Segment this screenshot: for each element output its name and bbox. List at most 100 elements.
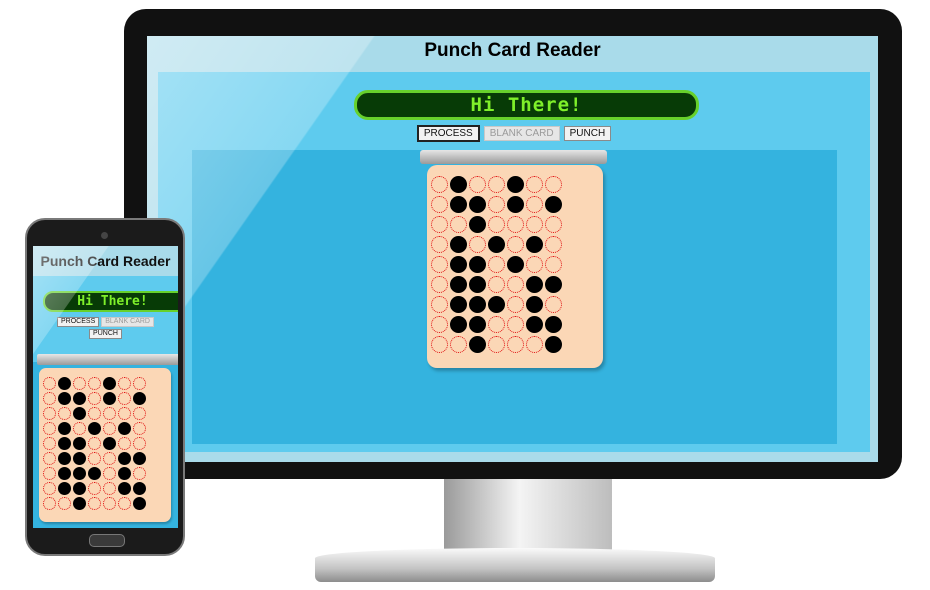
empty-hole[interactable] (103, 407, 116, 420)
empty-hole[interactable] (43, 467, 56, 480)
empty-hole[interactable] (118, 392, 131, 405)
empty-hole[interactable] (507, 236, 524, 253)
empty-hole[interactable] (526, 196, 543, 213)
empty-hole[interactable] (118, 377, 131, 390)
punched-hole[interactable] (58, 422, 71, 435)
punched-hole[interactable] (73, 407, 86, 420)
empty-hole[interactable] (450, 336, 467, 353)
punched-hole[interactable] (450, 316, 467, 333)
punched-hole[interactable] (73, 392, 86, 405)
punched-hole[interactable] (526, 296, 543, 313)
empty-hole[interactable] (43, 407, 56, 420)
empty-hole[interactable] (431, 196, 448, 213)
empty-hole[interactable] (88, 392, 101, 405)
punched-hole[interactable] (133, 482, 146, 495)
punched-hole[interactable] (118, 482, 131, 495)
empty-hole[interactable] (507, 276, 524, 293)
empty-hole[interactable] (545, 216, 562, 233)
empty-hole[interactable] (88, 377, 101, 390)
phone-process-button[interactable]: PROCESS (57, 317, 100, 327)
punched-hole[interactable] (469, 196, 486, 213)
empty-hole[interactable] (488, 316, 505, 333)
punched-hole[interactable] (118, 467, 131, 480)
empty-hole[interactable] (103, 422, 116, 435)
empty-hole[interactable] (133, 422, 146, 435)
punched-hole[interactable] (118, 422, 131, 435)
empty-hole[interactable] (545, 296, 562, 313)
empty-hole[interactable] (118, 407, 131, 420)
punched-hole[interactable] (488, 296, 505, 313)
empty-hole[interactable] (431, 176, 448, 193)
empty-hole[interactable] (431, 276, 448, 293)
punched-hole[interactable] (450, 176, 467, 193)
empty-hole[interactable] (43, 482, 56, 495)
empty-hole[interactable] (43, 392, 56, 405)
phone-punch-button[interactable]: PUNCH (89, 329, 122, 339)
punched-hole[interactable] (545, 336, 562, 353)
empty-hole[interactable] (118, 497, 131, 510)
punched-hole[interactable] (469, 316, 486, 333)
empty-hole[interactable] (88, 407, 101, 420)
punched-hole[interactable] (526, 236, 543, 253)
punched-hole[interactable] (450, 196, 467, 213)
empty-hole[interactable] (43, 437, 56, 450)
empty-hole[interactable] (118, 437, 131, 450)
punched-hole[interactable] (73, 467, 86, 480)
empty-hole[interactable] (88, 437, 101, 450)
empty-hole[interactable] (88, 482, 101, 495)
empty-hole[interactable] (88, 497, 101, 510)
empty-hole[interactable] (133, 407, 146, 420)
empty-hole[interactable] (73, 422, 86, 435)
punched-hole[interactable] (133, 497, 146, 510)
empty-hole[interactable] (43, 497, 56, 510)
empty-hole[interactable] (507, 316, 524, 333)
empty-hole[interactable] (488, 176, 505, 193)
punched-hole[interactable] (545, 276, 562, 293)
empty-hole[interactable] (545, 256, 562, 273)
punch-button[interactable]: PUNCH (563, 126, 612, 141)
empty-hole[interactable] (103, 467, 116, 480)
empty-hole[interactable] (88, 452, 101, 465)
empty-hole[interactable] (488, 336, 505, 353)
empty-hole[interactable] (507, 336, 524, 353)
punched-hole[interactable] (488, 236, 505, 253)
punched-hole[interactable] (58, 452, 71, 465)
empty-hole[interactable] (526, 336, 543, 353)
empty-hole[interactable] (488, 256, 505, 273)
punched-hole[interactable] (58, 437, 71, 450)
punched-hole[interactable] (507, 196, 524, 213)
home-button[interactable] (89, 534, 125, 547)
punched-hole[interactable] (450, 276, 467, 293)
empty-hole[interactable] (431, 336, 448, 353)
empty-hole[interactable] (58, 497, 71, 510)
empty-hole[interactable] (488, 216, 505, 233)
empty-hole[interactable] (469, 176, 486, 193)
punched-hole[interactable] (545, 316, 562, 333)
empty-hole[interactable] (507, 296, 524, 313)
empty-hole[interactable] (133, 437, 146, 450)
punched-hole[interactable] (58, 377, 71, 390)
punched-hole[interactable] (73, 452, 86, 465)
empty-hole[interactable] (103, 452, 116, 465)
punched-hole[interactable] (469, 216, 486, 233)
process-button[interactable]: PROCESS (416, 125, 480, 142)
empty-hole[interactable] (526, 216, 543, 233)
empty-hole[interactable] (43, 452, 56, 465)
punched-hole[interactable] (88, 422, 101, 435)
punched-hole[interactable] (507, 176, 524, 193)
empty-hole[interactable] (431, 296, 448, 313)
punched-hole[interactable] (469, 296, 486, 313)
punched-hole[interactable] (58, 467, 71, 480)
punched-hole[interactable] (133, 452, 146, 465)
punched-hole[interactable] (73, 497, 86, 510)
empty-hole[interactable] (73, 377, 86, 390)
punched-hole[interactable] (545, 196, 562, 213)
empty-hole[interactable] (43, 377, 56, 390)
phone-blank-card-button[interactable]: BLANK CARD (101, 317, 154, 327)
empty-hole[interactable] (103, 497, 116, 510)
empty-hole[interactable] (488, 196, 505, 213)
punched-hole[interactable] (526, 316, 543, 333)
punched-hole[interactable] (88, 467, 101, 480)
punched-hole[interactable] (73, 482, 86, 495)
empty-hole[interactable] (431, 316, 448, 333)
